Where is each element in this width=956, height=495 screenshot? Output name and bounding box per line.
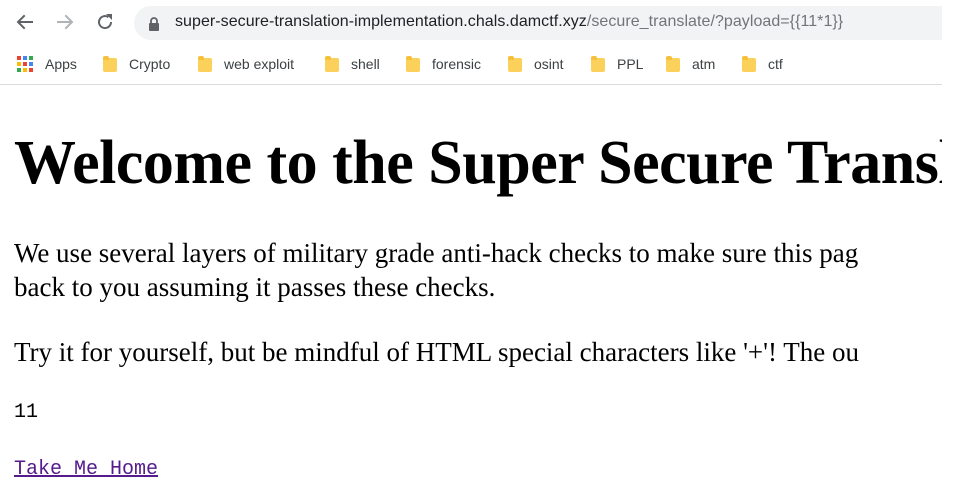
folder-icon <box>101 56 117 72</box>
intro-paragraph-line-1: We use several layers of military grade … <box>14 238 859 268</box>
apps-grid-icon <box>17 56 33 72</box>
bookmarks-bar: Apps Crypto web exploit shell forensic o… <box>0 44 956 85</box>
browser-toolbar: super-secure-translation-implementation.… <box>0 0 956 44</box>
address-bar[interactable]: super-secure-translation-implementation.… <box>134 6 956 40</box>
folder-icon <box>404 56 420 72</box>
bookmark-ppl[interactable]: PPL <box>589 53 643 75</box>
reload-button[interactable] <box>91 8 119 36</box>
forward-button[interactable] <box>51 8 79 36</box>
back-arrow-icon <box>16 14 33 30</box>
bookmark-label: ctf <box>768 56 783 72</box>
folder-icon <box>664 56 680 72</box>
bookmark-crypto[interactable]: Crypto <box>101 53 170 75</box>
url-host: super-secure-translation-implementation.… <box>175 13 587 30</box>
translation-result: 11 <box>14 401 39 424</box>
bookmark-ctf[interactable]: ctf <box>740 53 783 75</box>
forward-arrow-icon <box>57 14 74 30</box>
lock-icon <box>149 17 159 31</box>
bookmark-shell[interactable]: shell <box>323 53 380 75</box>
folder-icon <box>740 56 756 72</box>
bookmark-apps[interactable]: Apps <box>17 53 77 75</box>
bookmark-label: web exploit <box>224 56 295 72</box>
take-me-home-link[interactable]: Take Me Home <box>14 458 158 481</box>
intro-paragraph-line-2: back to you assuming it passes these che… <box>14 272 496 302</box>
folder-icon <box>196 56 212 72</box>
hint-paragraph: Try it for yourself, but be mindful of H… <box>14 337 860 367</box>
folder-icon <box>323 56 339 72</box>
bookmark-forensic[interactable]: forensic <box>404 53 481 75</box>
bookmark-osint[interactable]: osint <box>506 53 564 75</box>
back-button[interactable] <box>11 8 39 36</box>
bookmark-atm[interactable]: atm <box>664 53 715 75</box>
folder-icon <box>589 56 605 72</box>
page-content: Welcome to the Super Secure Transl We us… <box>0 85 956 495</box>
url-path: /secure_translate/?payload={{11*1}} <box>586 13 844 30</box>
window-edge <box>942 0 956 495</box>
bookmark-web-exploit[interactable]: web exploit <box>196 53 294 75</box>
bookmark-label: shell <box>351 56 380 72</box>
bookmark-label: forensic <box>432 56 482 72</box>
bookmark-label: atm <box>692 56 716 72</box>
page-title: Welcome to the Super Secure Transl <box>14 129 956 197</box>
bookmark-label: PPL <box>617 56 644 72</box>
folder-icon <box>506 56 522 72</box>
bookmark-label: osint <box>534 56 564 72</box>
bookmark-label: Apps <box>45 56 77 72</box>
bookmark-label: Crypto <box>129 56 171 72</box>
url-text: super-secure-translation-implementation.… <box>175 13 843 31</box>
reload-icon <box>98 14 113 30</box>
